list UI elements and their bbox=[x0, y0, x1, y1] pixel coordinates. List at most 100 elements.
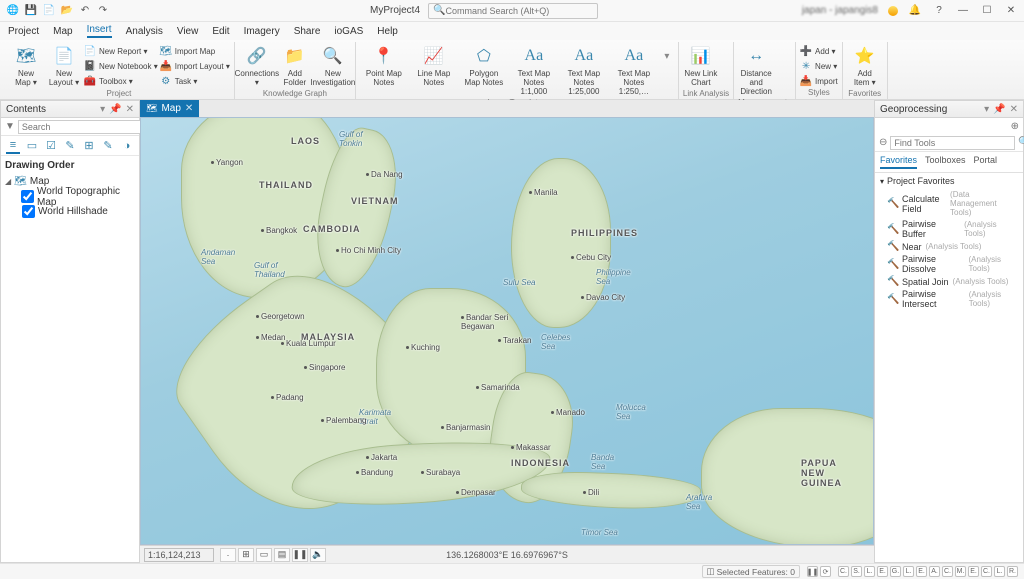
command-search[interactable]: 🔍 bbox=[428, 3, 598, 19]
ribbon-item[interactable]: ⚙Task ▾ bbox=[160, 74, 230, 88]
status-pause-icon[interactable]: ❚❚ bbox=[807, 566, 818, 577]
shortcut-key[interactable]: C. bbox=[838, 566, 849, 577]
scale-box[interactable]: 1:16,124,213 bbox=[144, 548, 214, 562]
rotation-icon[interactable]: · bbox=[220, 548, 236, 562]
app-icon[interactable]: 🌐 bbox=[6, 4, 20, 18]
new-icon[interactable]: 📄 bbox=[42, 4, 56, 18]
menu-insert[interactable]: Insert bbox=[87, 24, 112, 38]
menu-edit[interactable]: Edit bbox=[212, 26, 229, 37]
ribbon-btn[interactable]: 📊New LinkChart bbox=[683, 42, 719, 89]
panel-close-icon[interactable]: ✕ bbox=[126, 104, 134, 115]
grid-icon[interactable]: ▤ bbox=[274, 548, 290, 562]
shortcut-key[interactable]: C. bbox=[981, 566, 992, 577]
contents-search-input[interactable] bbox=[18, 120, 143, 134]
undo-icon[interactable]: ↶ bbox=[78, 4, 92, 18]
gp-tool[interactable]: 🔨Pairwise Dissolve (Analysis Tools) bbox=[875, 253, 1023, 275]
shortcut-key[interactable]: L. bbox=[903, 566, 914, 577]
ribbon-btn[interactable]: 📍Point MapNotes bbox=[360, 42, 408, 89]
ribbon-btn[interactable]: 📈Line MapNotes bbox=[410, 42, 458, 89]
back-icon[interactable]: ⊖ bbox=[879, 137, 887, 148]
open-icon[interactable]: 📂 bbox=[60, 4, 74, 18]
ribbon-btn[interactable]: AaText MapNotes 1:25,000 bbox=[560, 42, 608, 98]
layer-checkbox[interactable] bbox=[22, 205, 35, 218]
panel-menu-icon[interactable]: ▾ bbox=[100, 104, 105, 115]
templates-more[interactable]: ▾ bbox=[660, 42, 674, 70]
ribbon-item[interactable]: 🗺Import Map bbox=[160, 44, 230, 58]
shortcut-key[interactable]: E. bbox=[877, 566, 888, 577]
pause-icon[interactable]: ❚❚ bbox=[292, 548, 308, 562]
shortcut-key[interactable]: L. bbox=[864, 566, 875, 577]
shortcut-key[interactable]: A. bbox=[929, 566, 940, 577]
layer-checkbox[interactable] bbox=[21, 190, 34, 203]
help-icon[interactable]: ? bbox=[932, 4, 946, 18]
gp-tool[interactable]: 🔨Pairwise Buffer (Analysis Tools) bbox=[875, 218, 1023, 240]
ribbon-btn[interactable]: ⭐AddItem ▾ bbox=[847, 42, 883, 89]
collapse-icon[interactable]: ▾ bbox=[880, 177, 884, 186]
map-tab-active[interactable]: 🗺 Map ✕ bbox=[140, 100, 199, 117]
menu-project[interactable]: Project bbox=[8, 26, 39, 37]
gp-tool[interactable]: 🔨Near (Analysis Tools) bbox=[875, 240, 1023, 253]
ribbon-btn[interactable]: AaText MapNotes 1:1,000 bbox=[510, 42, 558, 98]
status-refresh-icon[interactable]: ⟳ bbox=[820, 566, 831, 577]
shortcut-key[interactable]: E. bbox=[916, 566, 927, 577]
menu-iogas[interactable]: ioGAS bbox=[334, 26, 363, 37]
menu-imagery[interactable]: Imagery bbox=[244, 26, 280, 37]
panel-close-icon[interactable]: ✕ bbox=[1010, 104, 1018, 115]
selected-features[interactable]: ◫ Selected Features: 0 bbox=[702, 565, 800, 578]
layer-row[interactable]: World Topographic Map bbox=[5, 189, 135, 204]
panel-pin-icon[interactable]: 📌 bbox=[993, 104, 1005, 115]
ribbon-item[interactable]: 📓New Notebook ▾ bbox=[84, 59, 158, 73]
notifications-icon[interactable]: 🔔 bbox=[908, 4, 922, 18]
shortcut-key[interactable]: L. bbox=[994, 566, 1005, 577]
snapping-icon[interactable]: ▭ bbox=[256, 548, 272, 562]
ribbon-btn[interactable]: 📁AddFolder bbox=[277, 42, 313, 89]
list-by-editing-icon[interactable]: ✎ bbox=[63, 138, 77, 154]
ribbon-item[interactable]: ✳New ▾ bbox=[800, 59, 838, 73]
layer-name[interactable]: World Hillshade bbox=[38, 206, 108, 217]
panel-pin-icon[interactable]: 📌 bbox=[109, 104, 121, 115]
user-avatar[interactable] bbox=[888, 6, 898, 16]
ribbon-item[interactable]: 📥Import bbox=[800, 74, 838, 88]
save-icon[interactable]: 💾 bbox=[24, 4, 38, 18]
ribbon-item[interactable]: 🧰Toolbox ▾ bbox=[84, 74, 158, 88]
gp-tool[interactable]: 🔨Calculate Field (Data Management Tools) bbox=[875, 189, 1023, 218]
list-by-selection-icon[interactable]: ☑ bbox=[44, 138, 58, 154]
filter-icon[interactable]: ▼ bbox=[5, 121, 15, 132]
search-icon[interactable]: 🔍 bbox=[1018, 137, 1024, 148]
list-by-labeling-icon[interactable]: ✎ bbox=[101, 138, 115, 154]
shortcut-key[interactable]: M. bbox=[955, 566, 966, 577]
ribbon-item[interactable]: 📥Import Layout ▾ bbox=[160, 59, 230, 73]
gp-search-input[interactable] bbox=[890, 136, 1015, 150]
ribbon-btn[interactable]: 🔍NewInvestigation bbox=[315, 42, 351, 89]
minimize-icon[interactable]: — bbox=[956, 4, 970, 18]
list-by-perception-icon[interactable]: ◑ bbox=[120, 138, 134, 154]
menu-help[interactable]: Help bbox=[377, 26, 398, 37]
ribbon-btn[interactable]: AaText MapNotes 1:250,… bbox=[610, 42, 658, 98]
layer-name[interactable]: World Topographic Map bbox=[37, 186, 135, 208]
user-label[interactable]: japan - japangis8 bbox=[802, 5, 878, 16]
gp-tab-toolboxes[interactable]: Toolboxes bbox=[925, 155, 966, 169]
maximize-icon[interactable]: ☐ bbox=[980, 4, 994, 18]
menu-map[interactable]: Map bbox=[53, 26, 72, 37]
panel-menu-icon[interactable]: ▾ bbox=[984, 104, 989, 115]
constraint-icon[interactable]: ⊞ bbox=[238, 548, 254, 562]
gp-section-header[interactable]: ▾ Project Favorites bbox=[875, 173, 1023, 189]
shortcut-key[interactable]: R. bbox=[1007, 566, 1018, 577]
gp-add-icon[interactable]: ⊕ bbox=[1011, 121, 1019, 132]
shortcut-key[interactable]: S. bbox=[851, 566, 862, 577]
ribbon-item[interactable]: 📄New Report ▾ bbox=[84, 44, 158, 58]
list-by-source-icon[interactable]: ▭ bbox=[25, 138, 39, 154]
ribbon-btn[interactable]: 📄NewLayout ▾ bbox=[46, 42, 82, 89]
ribbon-btn[interactable]: 🗺NewMap ▾ bbox=[8, 42, 44, 89]
map-view[interactable]: LAOSTHAILANDVIETNAMCAMBODIAPHILIPPINESMA… bbox=[140, 117, 874, 545]
menu-share[interactable]: Share bbox=[294, 26, 321, 37]
gp-tab-favorites[interactable]: Favorites bbox=[880, 155, 917, 169]
shortcut-key[interactable]: E. bbox=[968, 566, 979, 577]
gp-tool[interactable]: 🔨Pairwise Intersect (Analysis Tools) bbox=[875, 288, 1023, 310]
gp-tab-portal[interactable]: Portal bbox=[974, 155, 998, 169]
tab-close-icon[interactable]: ✕ bbox=[185, 103, 193, 114]
collapse-icon[interactable]: ◢ bbox=[5, 177, 11, 186]
menu-view[interactable]: View bbox=[177, 26, 199, 37]
list-by-drawing-order-icon[interactable]: ≡ bbox=[6, 138, 20, 154]
list-by-snapping-icon[interactable]: ⊞ bbox=[82, 138, 96, 154]
